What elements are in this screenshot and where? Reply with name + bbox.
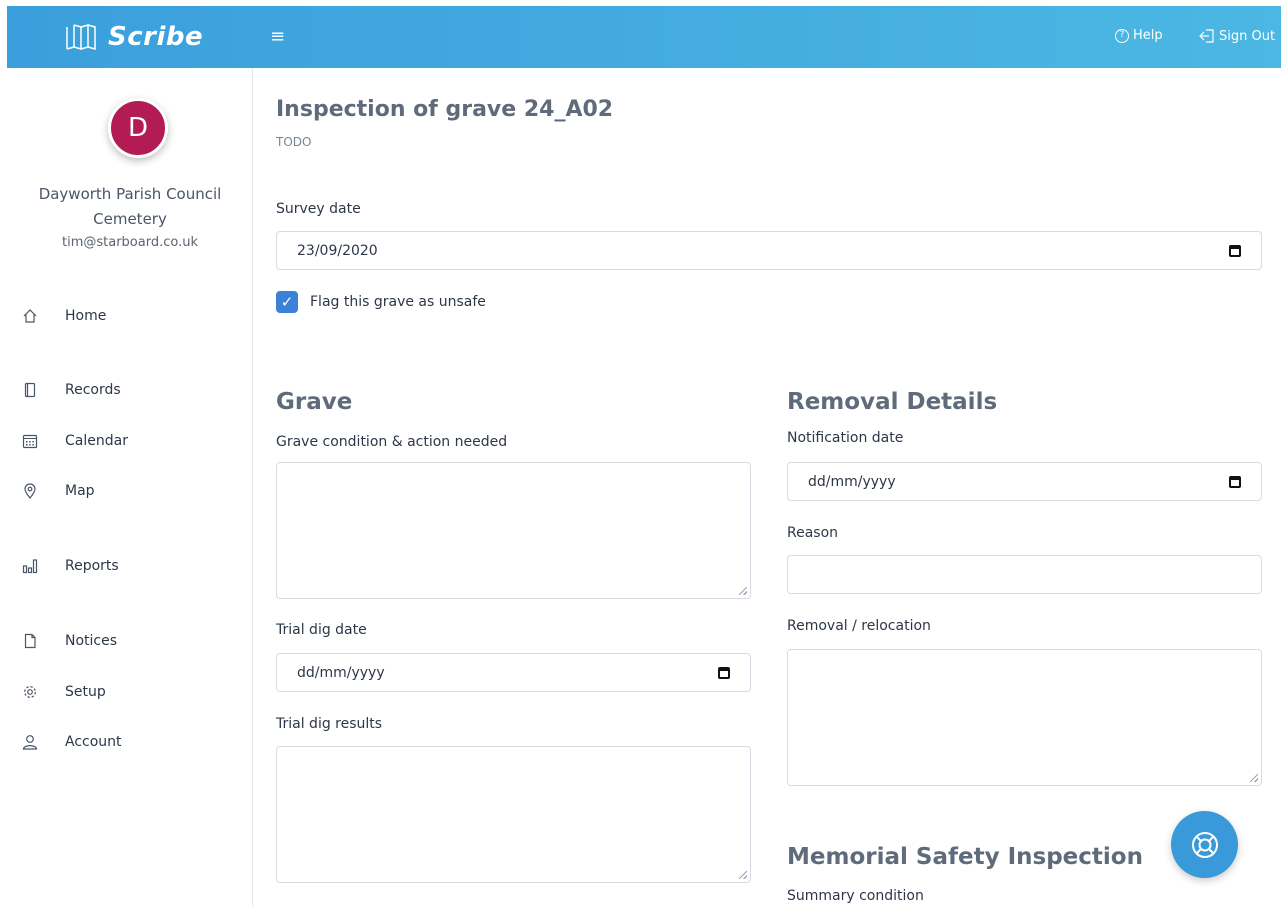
sidebar-item-map[interactable]: Map	[20, 480, 95, 502]
sidebar-item-notices[interactable]: Notices	[20, 630, 117, 652]
grave-condition-textarea[interactable]	[276, 462, 751, 599]
trial-dig-date-label: Trial dig date	[276, 622, 367, 638]
sign-out-icon	[1199, 29, 1214, 43]
bar-chart-icon	[20, 558, 40, 574]
gear-icon	[20, 684, 40, 700]
sign-out-link[interactable]: Sign Out	[1199, 28, 1275, 44]
resize-grip-icon[interactable]	[739, 871, 747, 879]
sidebar-item-label: Reports	[65, 558, 119, 574]
sign-out-label: Sign Out	[1219, 28, 1276, 44]
book-icon	[20, 382, 40, 398]
page-subtitle: TODO	[276, 135, 312, 149]
document-icon	[20, 633, 40, 649]
calendar-picker-icon[interactable]	[1229, 244, 1241, 257]
trial-dig-date-input[interactable]: dd/mm/yyyy	[276, 653, 751, 692]
lifebuoy-icon	[1191, 831, 1218, 858]
relocation-label: Removal / relocation	[787, 618, 931, 634]
menu-toggle-button[interactable]: ≡	[270, 26, 285, 47]
sidebar-item-label: Setup	[65, 684, 106, 700]
home-icon	[20, 308, 40, 324]
top-bar: Scribe ≡ ? Help Sign Out	[7, 6, 1281, 68]
support-fab-button[interactable]	[1171, 811, 1238, 878]
calendar-picker-icon[interactable]	[718, 666, 730, 679]
help-link[interactable]: ? Help	[1115, 28, 1163, 43]
sidebar-item-label: Notices	[65, 633, 118, 649]
sidebar-item-label: Account	[65, 734, 122, 750]
survey-date-value: 23/09/2020	[297, 242, 378, 259]
removal-details-heading: Removal Details	[787, 389, 998, 415]
reason-input[interactable]	[787, 555, 1262, 594]
sidebar-item-records[interactable]: Records	[20, 379, 121, 401]
unsafe-checkbox-label: Flag this grave as unsafe	[310, 294, 486, 310]
sidebar-item-home[interactable]: Home	[20, 305, 106, 327]
sidebar-item-setup[interactable]: Setup	[20, 681, 106, 703]
book-logo-icon	[66, 24, 96, 50]
notification-date-label: Notification date	[787, 430, 904, 446]
survey-date-label: Survey date	[276, 201, 361, 217]
memorial-safety-heading: Memorial Safety Inspection	[787, 844, 1143, 870]
help-label: Help	[1133, 28, 1163, 43]
unsafe-checkbox[interactable]: ✓	[276, 291, 298, 313]
calendar-picker-icon[interactable]	[1229, 475, 1241, 488]
page-title: Inspection of grave 24_A02	[276, 97, 614, 122]
resize-grip-icon[interactable]	[1250, 774, 1258, 782]
grave-condition-label: Grave condition & action needed	[276, 434, 508, 450]
notification-date-input[interactable]: dd/mm/yyyy	[787, 462, 1262, 501]
avatar[interactable]: D	[108, 98, 168, 158]
sidebar: D Dayworth Parish Council Cemetery tim@s…	[7, 68, 253, 907]
calendar-icon	[20, 433, 40, 449]
trial-dig-results-label: Trial dig results	[276, 716, 383, 732]
resize-grip-icon[interactable]	[739, 587, 747, 595]
map-pin-icon	[20, 483, 40, 499]
hamburger-icon: ≡	[270, 26, 286, 47]
sidebar-item-label: Home	[65, 308, 107, 324]
org-subname: Cemetery	[93, 210, 167, 228]
trial-dig-date-placeholder: dd/mm/yyyy	[297, 664, 385, 681]
grave-heading: Grave	[276, 389, 353, 415]
sidebar-item-calendar[interactable]: Calendar	[20, 430, 128, 452]
help-icon: ?	[1115, 28, 1129, 43]
sidebar-item-label: Records	[65, 382, 121, 398]
org-name: Dayworth Parish Council	[38, 185, 222, 203]
reason-label: Reason	[787, 525, 839, 541]
sidebar-item-account[interactable]: Account	[20, 731, 122, 753]
summary-condition-label: Summary condition	[787, 888, 924, 904]
sidebar-item-label: Map	[65, 483, 95, 499]
trial-dig-results-textarea[interactable]	[276, 746, 751, 883]
survey-date-input[interactable]: 23/09/2020	[276, 231, 1262, 270]
sidebar-item-reports[interactable]: Reports	[20, 555, 119, 577]
main-content: Inspection of grave 24_A02 TODO Survey d…	[276, 68, 1266, 907]
user-email: tim@starboard.co.uk	[62, 235, 198, 250]
sidebar-item-label: Calendar	[65, 433, 128, 449]
user-icon	[20, 734, 40, 750]
app-name: Scribe	[108, 22, 204, 52]
checkmark-icon: ✓	[280, 293, 294, 311]
app-logo[interactable]: Scribe	[64, 20, 203, 54]
notification-date-placeholder: dd/mm/yyyy	[808, 473, 896, 490]
relocation-textarea[interactable]	[787, 649, 1262, 786]
